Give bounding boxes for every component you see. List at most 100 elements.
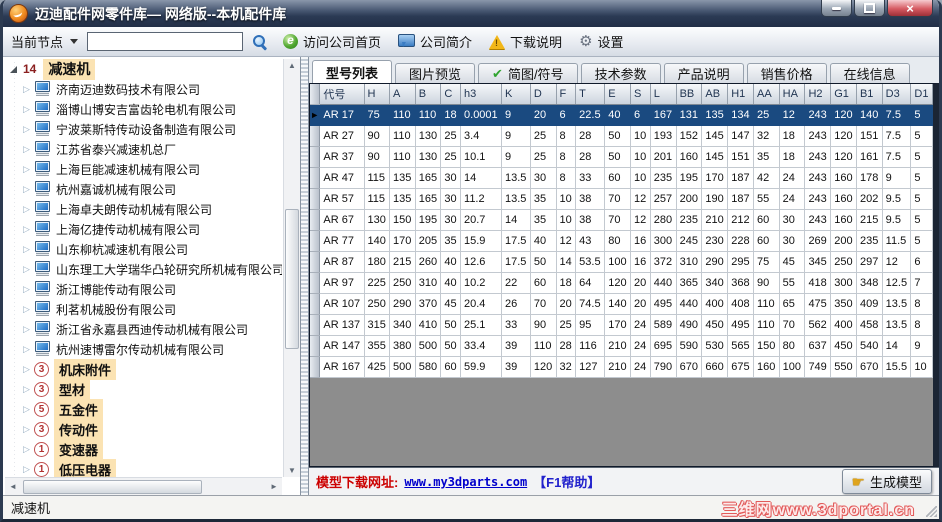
close-button[interactable]: ×	[887, 0, 933, 17]
scroll-thumb[interactable]	[285, 209, 299, 350]
expand-arrow-icon[interactable]: ▷	[21, 224, 32, 235]
tree-item-category[interactable]: ▷ 1 变速器	[5, 438, 282, 460]
tree-item-company[interactable]: ▷ 山东柳杭减速机有限公司	[5, 239, 282, 259]
tree-item-company[interactable]: ▷ 浙江博能传动有限公司	[5, 279, 282, 299]
expand-arrow-icon[interactable]: ▷	[21, 164, 32, 175]
table-row[interactable]: AR 137 315 340 410 50 25.1 33 90 25 95 170 24 589 490…	[310, 314, 933, 336]
gear-icon[interactable]: ⚙	[579, 34, 592, 49]
column-header[interactable]: S	[630, 84, 651, 105]
column-header[interactable]: H1	[727, 84, 755, 105]
collapse-triangle-icon[interactable]	[10, 65, 17, 73]
column-header[interactable]: A	[389, 84, 416, 105]
dropdown-caret-icon[interactable]	[70, 39, 79, 44]
column-header[interactable]: K	[501, 84, 531, 105]
expand-arrow-icon[interactable]: ▷	[21, 384, 32, 395]
expand-arrow-icon[interactable]: ▷	[21, 144, 32, 155]
tree-item-company[interactable]: ▷ 上海巨能减速机械有限公司	[5, 159, 282, 179]
table-row[interactable]: AR 57 115 135 165 30 11.2 13.5 35 10 38 70 12 257 200…	[310, 188, 933, 210]
column-header[interactable]: BB	[676, 84, 703, 105]
column-header[interactable]: T	[575, 84, 606, 105]
column-header[interactable]: E	[604, 84, 632, 105]
column-header[interactable]: h3	[460, 84, 502, 105]
tree-item-company[interactable]: ▷ 上海亿捷传动机械有限公司	[5, 219, 282, 239]
table-row[interactable]: AR 87 180 215 260 40 12.6 17.5 50 14 53.5 100 16 372…	[310, 251, 933, 273]
column-header[interactable]: H	[364, 84, 391, 105]
tree-item-category[interactable]: ▷ 3 机床附件	[5, 358, 282, 380]
generate-model-button[interactable]: ☛ 生成模型	[841, 469, 932, 494]
scroll-thumb-horizontal[interactable]	[23, 479, 203, 494]
maximize-button[interactable]	[854, 0, 885, 17]
tree-item-company[interactable]: ▷ 山东理工大学瑞华凸轮研究所机械有限公司	[5, 259, 282, 279]
column-header[interactable]: HA	[779, 84, 806, 105]
company-intro-button[interactable]: 公司简介	[420, 32, 472, 51]
column-header[interactable]: B	[415, 84, 442, 105]
scroll-right-icon[interactable]: ►	[266, 482, 282, 491]
expand-arrow-icon[interactable]: ▷	[21, 104, 32, 115]
chat-bubble-icon[interactable]	[398, 33, 416, 47]
expand-arrow-icon[interactable]: ▷	[21, 324, 32, 335]
scroll-left-icon[interactable]: ◄	[5, 482, 21, 491]
tab-2[interactable]: 图片预览	[395, 63, 476, 83]
tree-item-category[interactable]: ▷ 3 型材	[5, 378, 282, 400]
homepage-icon[interactable]	[283, 33, 299, 49]
tree-item-company[interactable]: ▷ 利茗机械股份有限公司	[5, 299, 282, 319]
expand-arrow-icon[interactable]: ▷	[21, 284, 32, 295]
table-row[interactable]: AR 147 355 380 500 50 33.4 39 110 28 116 210 24 695 5…	[310, 335, 933, 357]
tab-5[interactable]: 产品说明	[663, 63, 744, 83]
expand-arrow-icon[interactable]: ▷	[21, 344, 32, 355]
table-row[interactable]: AR 27 90 110 130 25 3.4 9 25 8 28 50 10 193 152 145 147…	[310, 125, 933, 147]
tab-7[interactable]: 在线信息	[829, 63, 910, 83]
column-header[interactable]: AA	[753, 84, 780, 105]
expand-arrow-icon[interactable]: ▷	[21, 444, 32, 455]
table-row[interactable]: AR 97 225 250 310 40 10.2 22 60 18 64 120 20 440 365 3…	[310, 272, 933, 294]
tab-4[interactable]: 技术参数	[580, 63, 661, 83]
expand-arrow-icon[interactable]: ▷	[21, 244, 32, 255]
tab-6[interactable]: 销售价格	[746, 63, 827, 83]
tree-item-company[interactable]: ▷ 宁波莱斯特传动设备制造有限公司	[5, 119, 282, 139]
tree-item-company[interactable]: ▷ 淄博山博安吉富齿轮电机有限公司	[5, 99, 282, 119]
column-header[interactable]: G1	[830, 84, 857, 105]
tree-item-company[interactable]: ▷ 济南迈迪数码技术有限公司	[5, 79, 282, 99]
expand-arrow-icon[interactable]: ▷	[21, 304, 32, 315]
table-row[interactable]: AR 37 90 110 130 25 10.1 9 25 8 28 50 10 201 160 145 15…	[310, 146, 933, 168]
tree-item-company[interactable]: ▷ 杭州速博雷尔传动机械有限公司	[5, 339, 282, 359]
scroll-down-icon[interactable]: ▼	[284, 466, 300, 475]
tab-3[interactable]: ✔ 简图/符号	[478, 63, 578, 83]
column-header[interactable]: AB	[701, 84, 729, 105]
tree-item-company[interactable]: ▷ 江苏省泰兴减速机总厂	[5, 139, 282, 159]
column-header[interactable]: F	[556, 84, 577, 105]
expand-arrow-icon[interactable]: ▷	[21, 364, 32, 375]
expand-arrow-icon[interactable]: ▷	[21, 204, 32, 215]
table-row[interactable]: AR 47 115 135 165 30 14 13.5 30 8 33 60 10 235 195 170…	[310, 167, 933, 189]
search-icon[interactable]	[252, 34, 268, 50]
column-header[interactable]: C	[440, 84, 462, 105]
resize-grip[interactable]	[926, 506, 937, 517]
tree-item-company[interactable]: ▷ 浙江省永嘉县西迪传动机械有限公司	[5, 319, 282, 339]
table-row[interactable]: AR 67 130 150 195 30 20.7 14 35 10 38 70 12 280 235 21…	[310, 209, 933, 231]
column-header[interactable]: B1	[856, 84, 883, 105]
splitter[interactable]	[301, 57, 309, 495]
tree-vertical-scrollbar[interactable]: ▲ ▼	[283, 59, 300, 477]
tree-item-company[interactable]: ▷ 上海卓夫朗传动机械有限公司	[5, 199, 282, 219]
column-header[interactable]: D	[530, 84, 557, 105]
visit-homepage-button[interactable]: 访问公司首页	[303, 32, 381, 51]
expand-arrow-icon[interactable]: ▷	[21, 464, 32, 475]
expand-arrow-icon[interactable]: ▷	[21, 124, 32, 135]
column-header[interactable]: D1	[910, 84, 933, 105]
warning-icon[interactable]	[489, 34, 506, 49]
expand-arrow-icon[interactable]: ▷	[21, 424, 32, 435]
minimize-button[interactable]	[821, 0, 852, 17]
expand-arrow-icon[interactable]: ▷	[21, 264, 32, 275]
expand-arrow-icon[interactable]: ▷	[21, 404, 32, 415]
download-url-link[interactable]: www.my3dparts.com	[404, 475, 527, 489]
download-note-button[interactable]: 下载说明	[510, 32, 562, 51]
column-header[interactable]: D3	[882, 84, 912, 105]
search-input[interactable]	[87, 32, 244, 51]
expand-arrow-icon[interactable]: ▷	[21, 84, 32, 95]
table-row[interactable]: AR 107 250 290 370 45 20.4 26 70 20 74.5 140 20 495 4…	[310, 293, 933, 315]
table-row[interactable]: AR 167 425 500 580 60 59.9 39 120 32 127 210 24 790 6…	[310, 356, 933, 378]
column-header[interactable]: 代号	[319, 84, 365, 105]
tree-item-category[interactable]: ▷ 5 五金件	[5, 398, 282, 420]
table-row[interactable]: AR 77 140 170 205 35 15.9 17.5 40 12 43 80 16 300 245…	[310, 230, 933, 252]
column-header[interactable]: L	[650, 84, 677, 105]
